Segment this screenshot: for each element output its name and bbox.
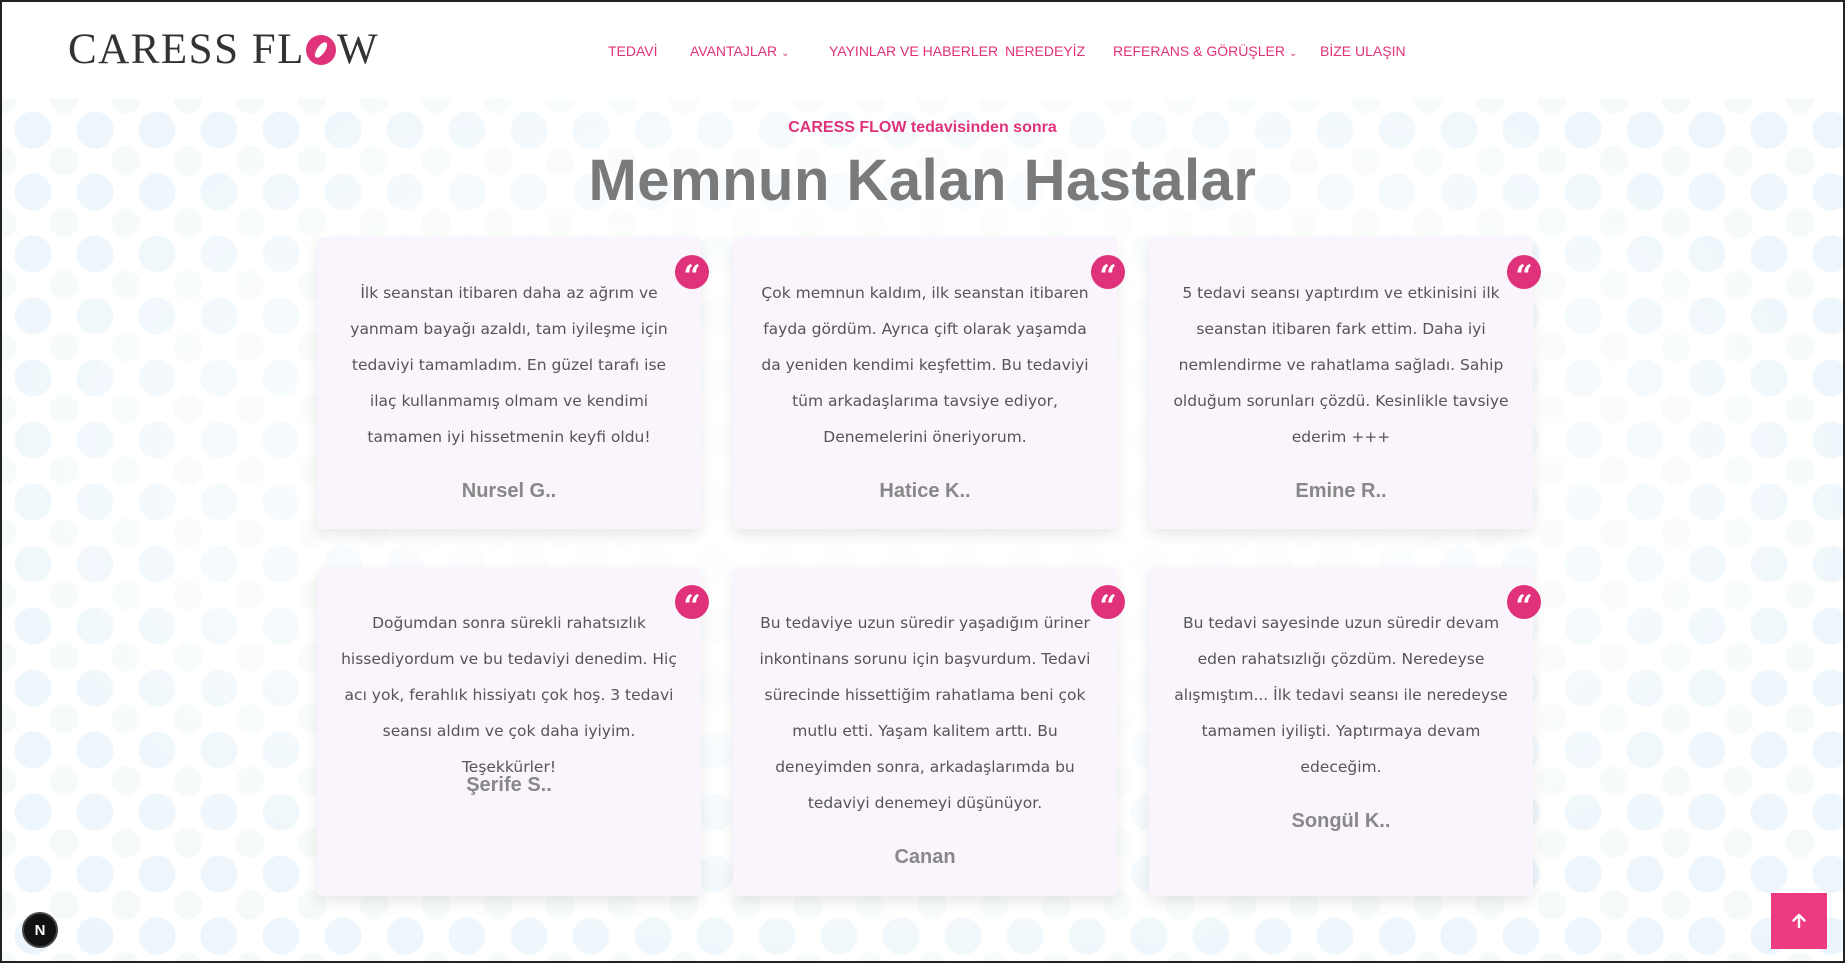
testimonial-author: Emine R.. [1295,480,1387,502]
quote-icon: “ [675,255,709,294]
testimonial-text: Çok memnun kaldım, ilk seanstan itibaren… [761,284,1089,446]
testimonial-text: Bu tedavi sayesinde uzun süredir devam e… [1174,614,1508,776]
nav-label: BİZE ULAŞIN [1320,43,1406,59]
quote-icon: “ [675,585,709,624]
testimonial-text: 5 tedavi seansı yaptırdım ve etkinisini … [1173,284,1509,446]
testimonial-text: Bu tedaviye uzun süredir yaşadığım ürine… [759,614,1091,812]
testimonial-text: Doğumdan sonra sürekli rahatsızlık hisse… [341,614,677,776]
quote-icon: “ [1507,585,1541,624]
testimonial-text: İlk seanstan itibaren daha az ağrım ve y… [350,284,668,446]
nav-label: REFERANS & GÖRÜŞLER [1113,43,1285,59]
nav-label: YAYINLAR VE HABERLER [829,43,999,59]
arrow-up-icon [1792,913,1806,929]
quote-icon: “ [1507,255,1541,294]
main-nav: TEDAVİ AVANTAJLAR ⌄ YAYINLAR VE HABERLER … [2,43,1843,61]
nav-label: NEREDEYİZ [1005,43,1086,59]
chevron-down-icon: ⌄ [1288,48,1298,59]
site-header: CARESS FL W TEDAVİ AVANTAJLAR ⌄ YAYINLAR V… [2,2,1843,99]
testimonial-card: “ Bu tedavi sayesinde uzun süredir devam… [1149,567,1541,896]
scroll-to-top-button[interactable] [1771,893,1827,949]
testimonial-card: “ Çok memnun kaldım, ilk seanstan itibar… [733,237,1125,529]
testimonial-author: Songül K.. [1291,810,1391,832]
framework-badge[interactable]: N [22,912,58,948]
nav-referans[interactable]: REFERANS & GÖRÜŞLER ⌄ [1113,43,1297,59]
nav-label: TEDAVİ [608,43,658,59]
chevron-down-icon: ⌄ [781,48,790,59]
testimonial-card: “ 5 tedavi seansı yaptırdım ve etkinisin… [1149,237,1541,529]
nav-label: AVANTAJLAR [690,43,778,59]
testimonial-card: “ Bu tedaviye uzun süredir yaşadığım üri… [733,567,1125,896]
testimonial-author: Hatice K.. [879,480,971,502]
quote-icon: “ [1091,585,1125,624]
testimonial-author: Şerife S.. [466,774,552,796]
testimonials-section: CARESS FLOW tedavisinden sonra Memnun Ka… [2,99,1843,965]
nav-neredeyiz[interactable]: NEREDEYİZ [1005,43,1085,59]
section-subtitle: CARESS FLOW tedavisinden sonra [788,119,1057,136]
quote-icon: “ [1091,255,1125,294]
testimonial-author: Canan [894,846,956,868]
testimonial-author: Nursel G.. [461,480,557,502]
nav-avantajlar[interactable]: AVANTAJLAR ⌄ [690,43,790,59]
nav-bize-ulasin[interactable]: BİZE ULAŞIN [1320,43,1406,59]
nav-tedavi[interactable]: TEDAVİ [608,43,658,59]
testimonial-card: “ İlk seanstan itibaren daha az ağrım ve… [317,237,709,529]
nav-yayinlar[interactable]: YAYINLAR VE HABERLER [829,43,998,59]
testimonial-card: “ Doğumdan sonra sürekli rahatsızlık his… [317,567,709,896]
section-title: Memnun Kalan Hastalar [588,148,1257,213]
